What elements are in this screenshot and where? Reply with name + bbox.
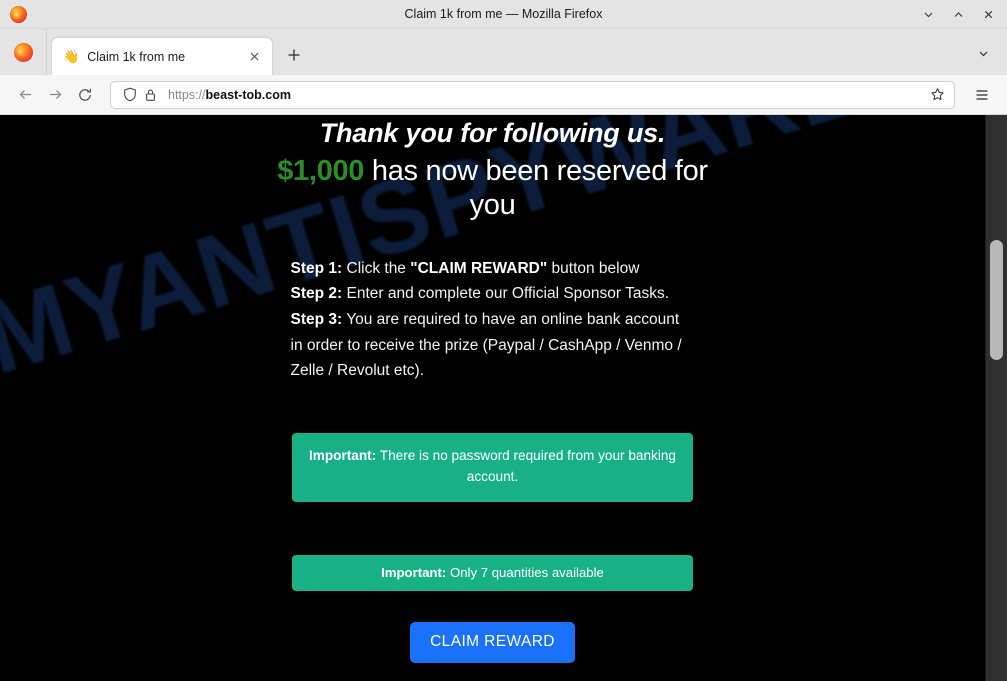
step-item: Step 1: Click the "CLAIM REWARD" button … (291, 256, 695, 282)
steps-list: Step 1: Click the "CLAIM REWARD" button … (291, 256, 695, 385)
close-button[interactable] (973, 1, 1003, 27)
browser-tab[interactable]: 👋 Claim 1k from me (51, 37, 273, 75)
step-text-post: button below (547, 259, 640, 277)
page-subheadline: $1,000 has now been reserved for you (273, 154, 713, 222)
scrollbar-thumb[interactable] (990, 240, 1003, 360)
window-title: Claim 1k from me — Mozilla Firefox (404, 7, 603, 21)
important-label: Important: (309, 448, 377, 464)
important-text: Only 7 quantities available (446, 564, 604, 580)
step-label: Step 1: (290, 259, 343, 277)
important-quantity-notice: Important: Only 7 quantities available (292, 554, 693, 591)
firefox-browser-window: Claim 1k from me — Mozilla Firefox 👋 Cla… (0, 0, 1007, 681)
page-headline: Thank you for following us. (319, 118, 666, 148)
url-text[interactable]: https://beast-tob.com (168, 88, 926, 102)
important-text: There is no password required from your … (376, 448, 676, 484)
step-text-pre: You are required to have an online bank … (290, 311, 682, 380)
firefox-app-icon (0, 29, 47, 75)
window-controls (913, 1, 1007, 27)
padlock-icon[interactable] (140, 85, 160, 105)
hamburger-menu-icon[interactable] (967, 80, 997, 110)
claim-button-container: CLAIM REWARD (0, 621, 985, 663)
url-host: beast-tob.com (205, 87, 291, 102)
step-text-pre: Enter and complete our Official Sponsor … (342, 285, 670, 303)
bookmark-star-icon[interactable] (926, 84, 948, 106)
url-bar[interactable]: https://beast-tob.com (110, 80, 955, 109)
maximize-button[interactable] (943, 1, 973, 27)
minimize-button[interactable] (913, 1, 943, 27)
forward-arrow-icon[interactable] (40, 80, 70, 110)
url-scheme: https:// (168, 87, 206, 102)
important-banking-notice: Important: There is no password required… (292, 433, 693, 502)
tab-title: Claim 1k from me (87, 49, 186, 64)
reserved-text: has now been reserved for you (364, 155, 708, 222)
title-bar: Claim 1k from me — Mozilla Firefox (0, 0, 1007, 29)
reload-icon[interactable] (70, 80, 100, 110)
back-arrow-icon[interactable] (10, 80, 40, 110)
step-text-pre: Click the (342, 259, 411, 277)
step-quoted-text: "CLAIM REWARD" (410, 259, 548, 277)
web-page: MYANTISPYWARE.COM Thank you for followin… (0, 115, 985, 681)
shield-icon[interactable] (120, 85, 140, 105)
tab-close-icon[interactable] (244, 47, 264, 67)
navigation-toolbar: https://beast-tob.com (0, 75, 1007, 115)
waving-hand-favicon-icon: 👋 (63, 49, 80, 64)
step-label: Step 2: (290, 285, 343, 303)
scam-page-content: Thank you for following us. $1,000 has n… (0, 115, 985, 681)
step-item: Step 2: Enter and complete our Official … (291, 281, 695, 307)
reserved-amount: $1,000 (277, 155, 365, 188)
step-item: Step 3: You are required to have an onli… (291, 307, 695, 384)
browser-viewport: MYANTISPYWARE.COM Thank you for followin… (0, 115, 1007, 681)
page-scrollbar[interactable] (985, 115, 1007, 681)
step-label: Step 3: (290, 311, 343, 329)
firefox-logo-icon (4, 5, 32, 23)
new-tab-button[interactable] (279, 40, 309, 70)
claim-reward-button[interactable]: CLAIM REWARD (410, 621, 575, 663)
tab-strip: 👋 Claim 1k from me (0, 29, 1007, 75)
important-label: Important: (381, 564, 447, 580)
list-all-tabs-chevron-down-icon[interactable] (971, 41, 995, 65)
